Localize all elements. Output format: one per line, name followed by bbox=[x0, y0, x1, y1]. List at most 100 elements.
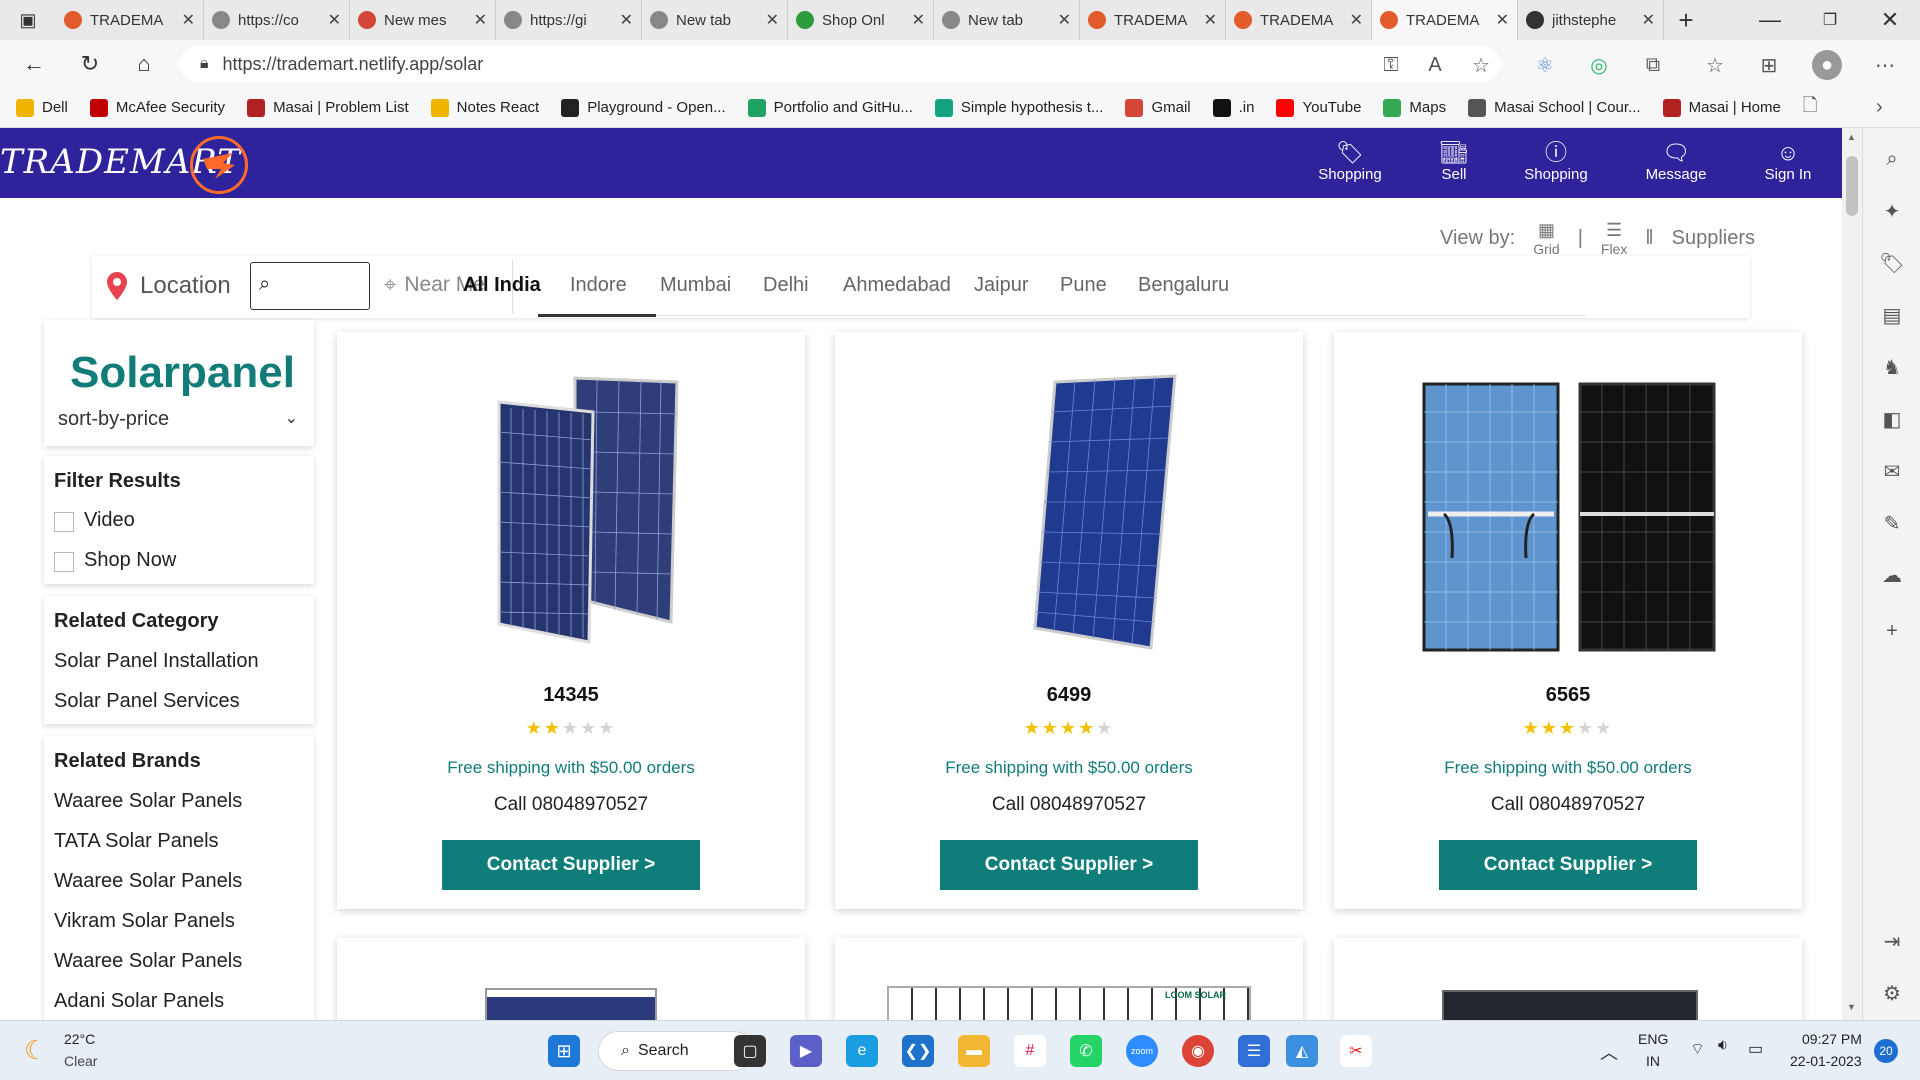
bookmark-item[interactable]: Gmail bbox=[1125, 98, 1191, 117]
city-tab[interactable]: Delhi bbox=[763, 274, 809, 297]
photos-icon[interactable]: ◭ bbox=[1286, 1035, 1318, 1067]
volume-icon[interactable]: 🔉︎ bbox=[1718, 1037, 1728, 1055]
notification-badge[interactable]: 20 bbox=[1874, 1039, 1898, 1063]
city-tab[interactable]: All India bbox=[463, 274, 541, 297]
tab-close-icon[interactable]: ✕ bbox=[1496, 10, 1509, 30]
product-card[interactable]: 14345 ★★★★★ Free shipping with $50.00 or… bbox=[337, 332, 805, 909]
browser-tab[interactable]: New mes ✕ bbox=[350, 0, 496, 40]
slack-icon[interactable]: # bbox=[1014, 1035, 1046, 1067]
tab-close-icon[interactable]: ✕ bbox=[1350, 10, 1363, 30]
bookmark-item[interactable]: .in bbox=[1212, 98, 1254, 117]
scrollbar-thumb[interactable] bbox=[1846, 156, 1858, 216]
clock-date[interactable]: 22-01-2023 bbox=[1790, 1053, 1862, 1069]
bookmark-item[interactable]: Masai | Home bbox=[1662, 98, 1781, 117]
city-tab[interactable]: Indore bbox=[570, 274, 627, 297]
taskbar-search[interactable]: ⌕ Search bbox=[598, 1031, 754, 1071]
more-menu-icon[interactable]: ⋯ bbox=[1870, 50, 1900, 80]
favorites-list-icon[interactable]: ☆ bbox=[1700, 50, 1730, 80]
shop-now-filter-label[interactable]: Shop Now bbox=[84, 549, 176, 572]
brand-link[interactable]: Waaree Solar Panels bbox=[54, 870, 242, 893]
clock-time[interactable]: 09:27 PM bbox=[1802, 1031, 1862, 1047]
tab-close-icon[interactable]: ✕ bbox=[1058, 10, 1071, 30]
new-tab-plus-icon[interactable]: + bbox=[1664, 0, 1708, 40]
tab-close-icon[interactable]: ✕ bbox=[328, 10, 341, 30]
browser-tab[interactable]: https://co ✕ bbox=[204, 0, 350, 40]
city-tab[interactable]: Mumbai bbox=[660, 274, 731, 297]
teams-chat-icon[interactable]: ▶ bbox=[790, 1035, 822, 1067]
related-category-link[interactable]: Solar Panel Installation bbox=[54, 650, 259, 673]
outlook-icon[interactable]: ✉ bbox=[1879, 458, 1905, 484]
chrome-icon[interactable]: ◉ bbox=[1182, 1035, 1214, 1067]
drop-icon[interactable]: ✎ bbox=[1879, 510, 1905, 536]
snipping-tool-icon[interactable]: ✂ bbox=[1340, 1035, 1372, 1067]
whatsapp-icon[interactable]: ✆ bbox=[1070, 1035, 1102, 1067]
other-bookmarks-icon[interactable]: 🗋︎ bbox=[1803, 93, 1817, 123]
contact-supplier-button[interactable]: Contact Supplier > bbox=[442, 840, 700, 890]
vscode-icon[interactable]: ❮❯ bbox=[902, 1035, 934, 1067]
refresh-icon[interactable]: ↻ bbox=[68, 44, 112, 84]
browser-tab[interactable]: TRADEMA ✕ bbox=[1226, 0, 1372, 40]
city-tab[interactable]: Ahmedabad bbox=[843, 274, 951, 297]
show-hidden-icons-chevron-icon[interactable]: ︿ bbox=[1600, 1039, 1618, 1065]
home-icon[interactable]: ⌂ bbox=[122, 44, 166, 84]
back-arrow-icon[interactable]: ← bbox=[12, 44, 56, 84]
bookmark-item[interactable]: Masai School | Cour... bbox=[1468, 98, 1641, 117]
shopping-tag-icon[interactable]: 🏷︎ bbox=[1879, 250, 1905, 276]
browser-tab[interactable]: TRADEMA ✕ bbox=[56, 0, 204, 40]
key-icon[interactable]: ⚿ bbox=[1376, 50, 1406, 80]
windows-start-icon[interactable]: ⊞ bbox=[548, 1035, 580, 1067]
view-flex-button[interactable]: ☰ Flex bbox=[1601, 220, 1627, 257]
nav-shopping[interactable]: 🏷︎ Shopping bbox=[1300, 140, 1400, 183]
bookmark-item[interactable]: Simple hypothesis t... bbox=[934, 98, 1103, 117]
page-scrollbar[interactable]: ▲ ▼ bbox=[1842, 128, 1862, 1020]
product-card[interactable] bbox=[337, 938, 805, 1020]
view-grid-button[interactable]: ▦ Grid bbox=[1533, 220, 1559, 257]
zoom-icon[interactable]: zoom bbox=[1126, 1035, 1158, 1067]
browser-tab[interactable]: https://gi ✕ bbox=[496, 0, 642, 40]
tab-close-icon[interactable]: ✕ bbox=[474, 10, 487, 30]
nav-sign-in[interactable]: ☺ Sign In bbox=[1738, 140, 1838, 183]
hide-sidebar-icon[interactable]: ⇥ bbox=[1879, 928, 1905, 954]
browser-tab[interactable]: jithstephe ✕ bbox=[1518, 0, 1664, 40]
tab-actions-icon[interactable]: ▣ bbox=[0, 0, 56, 40]
contact-supplier-button[interactable]: Contact Supplier > bbox=[1439, 840, 1697, 890]
brand-link[interactable]: Adani Solar Panels bbox=[54, 990, 224, 1013]
product-card[interactable]: 6499 ★★★★★ Free shipping with $50.00 ord… bbox=[835, 332, 1303, 909]
tab-close-icon[interactable]: ✕ bbox=[620, 10, 633, 30]
weather-temp[interactable]: 22°C bbox=[64, 1031, 95, 1047]
bookmarks-overflow-chevron-icon[interactable]: › bbox=[1876, 96, 1883, 119]
contact-supplier-button[interactable]: Contact Supplier > bbox=[940, 840, 1198, 890]
browser-tab[interactable]: New tab ✕ bbox=[642, 0, 788, 40]
bookmark-item[interactable]: Playground - Open... bbox=[561, 98, 726, 117]
notepad-icon[interactable]: ☰ bbox=[1238, 1035, 1270, 1067]
discover-icon[interactable]: ✦ bbox=[1879, 198, 1905, 224]
browser-tab[interactable]: New tab ✕ bbox=[934, 0, 1080, 40]
video-filter-label[interactable]: Video bbox=[84, 509, 135, 532]
related-category-link[interactable]: Solar Panel Services bbox=[54, 690, 240, 713]
video-checkbox[interactable] bbox=[54, 512, 74, 532]
bookmark-item[interactable]: Notes React bbox=[430, 98, 539, 117]
battery-icon[interactable]: ▭ bbox=[1748, 1039, 1763, 1059]
url-bar[interactable]: 🔒︎ https://trademart.netlify.app/solar bbox=[180, 46, 1500, 82]
minimize-icon[interactable]: — bbox=[1740, 0, 1800, 40]
tab-close-icon[interactable]: ✕ bbox=[1642, 10, 1655, 30]
suppliers-link[interactable]: Suppliers bbox=[1672, 227, 1755, 250]
weather-desc[interactable]: Clear bbox=[64, 1053, 97, 1069]
product-card[interactable]: 6565 ★★★★★ Free shipping with $50.00 ord… bbox=[1334, 332, 1802, 909]
extension-ring-icon[interactable]: ◎ bbox=[1584, 50, 1614, 80]
react-devtools-icon[interactable]: ⚛ bbox=[1530, 50, 1560, 80]
nav-help-shopping[interactable]: ⓘ Shopping bbox=[1506, 140, 1606, 183]
bookmark-item[interactable]: McAfee Security bbox=[89, 98, 225, 117]
browser-tab[interactable]: Shop Onl ✕ bbox=[788, 0, 934, 40]
language-bottom[interactable]: IN bbox=[1646, 1053, 1660, 1069]
tools-briefcase-icon[interactable]: ▤ bbox=[1879, 302, 1905, 328]
sort-by-price-select[interactable]: sort-by-price ⌄ bbox=[58, 408, 306, 431]
settings-gear-icon[interactable]: ⚙ bbox=[1879, 980, 1905, 1006]
tab-close-icon[interactable]: ✕ bbox=[766, 10, 779, 30]
language-top[interactable]: ENG bbox=[1638, 1031, 1668, 1047]
cloud-icon[interactable]: ☁ bbox=[1879, 562, 1905, 588]
bookmark-item[interactable]: Portfolio and GitHu... bbox=[747, 98, 913, 117]
nav-message[interactable]: 🗨︎ Message bbox=[1626, 140, 1726, 183]
city-tab[interactable]: Jaipur bbox=[974, 274, 1028, 297]
task-view-icon[interactable]: ▢ bbox=[734, 1035, 766, 1067]
